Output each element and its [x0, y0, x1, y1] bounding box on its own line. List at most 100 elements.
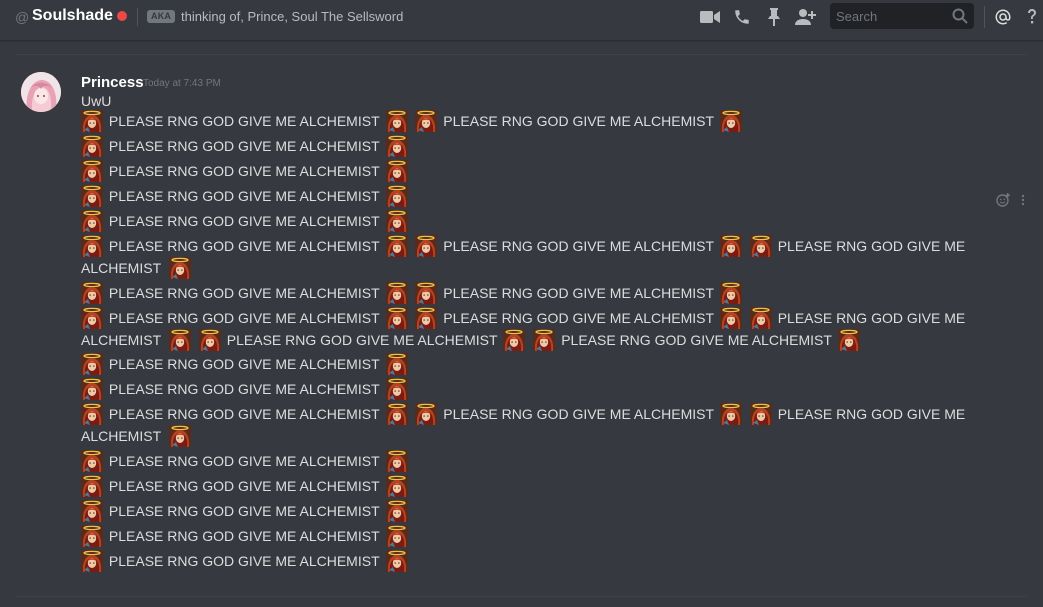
message-text: PLEASE RNG GOD GIVE ME ALCHEMIST	[108, 406, 380, 423]
alchemist-emoji-icon[interactable]	[81, 210, 103, 233]
message-line: PLEASE RNG GOD GIVE ME ALCHEMIST	[81, 450, 410, 473]
alchemist-emoji-icon[interactable]	[81, 235, 103, 258]
alchemist-emoji-icon[interactable]	[385, 353, 408, 376]
alchemist-emoji-icon[interactable]	[415, 307, 438, 330]
alchemist-emoji-icon[interactable]	[415, 403, 438, 426]
alchemist-emoji-icon[interactable]	[719, 235, 742, 258]
message-text: PLEASE RNG GOD GIVE ME ALCHEMIST	[108, 528, 380, 545]
status-dnd-indicator	[117, 11, 127, 21]
alchemist-emoji-icon[interactable]	[81, 307, 103, 330]
alchemist-emoji-icon[interactable]	[385, 160, 408, 183]
message-line: PLEASE RNG GOD GIVE ME ALCHEMIST	[81, 550, 410, 573]
search-bar[interactable]	[830, 3, 974, 29]
alchemist-emoji-icon[interactable]	[415, 235, 438, 258]
alchemist-emoji-icon[interactable]	[385, 282, 408, 305]
alchemist-emoji-icon[interactable]	[749, 235, 772, 258]
phone-call-icon[interactable]	[731, 6, 753, 28]
alchemist-emoji-icon[interactable]	[415, 110, 438, 133]
alchemist-emoji-icon[interactable]	[81, 500, 103, 523]
message-text: PLEASE RNG GOD GIVE ME	[777, 406, 966, 423]
alchemist-emoji-icon[interactable]	[385, 235, 408, 258]
help-icon[interactable]	[1023, 6, 1041, 28]
alchemist-emoji-icon[interactable]	[719, 403, 742, 426]
alchemist-emoji-icon[interactable]	[533, 329, 556, 352]
alchemist-emoji-icon[interactable]	[503, 329, 526, 352]
alchemist-emoji-icon[interactable]	[385, 475, 408, 498]
message-text: PLEASE RNG GOD GIVE ME ALCHEMIST	[108, 553, 380, 570]
message-text: PLEASE RNG GOD GIVE ME ALCHEMIST	[108, 213, 380, 230]
message-text: PLEASE RNG GOD GIVE ME ALCHEMIST	[108, 503, 380, 520]
message-text: ALCHEMIST	[81, 332, 162, 349]
alchemist-emoji-icon[interactable]	[81, 550, 103, 573]
message-text: ALCHEMIST	[81, 260, 162, 277]
mention-icon[interactable]	[992, 6, 1014, 28]
alchemist-emoji-icon[interactable]	[719, 307, 742, 330]
message-line: PLEASE RNG GOD GIVE ME ALCHEMIST	[81, 475, 410, 498]
alchemist-emoji-icon[interactable]	[198, 329, 221, 352]
alchemist-emoji-icon[interactable]	[837, 329, 860, 352]
alchemist-emoji-icon[interactable]	[385, 403, 408, 426]
alchemist-emoji-icon[interactable]	[385, 550, 408, 573]
aka-badge: AKA	[147, 10, 176, 23]
alchemist-emoji-icon[interactable]	[81, 378, 103, 401]
message-text: PLEASE RNG GOD GIVE ME ALCHEMIST	[108, 285, 380, 302]
message-line: ALCHEMIST	[81, 257, 193, 280]
video-call-icon[interactable]	[699, 6, 721, 28]
header-divider	[137, 8, 138, 26]
alchemist-emoji-icon[interactable]	[385, 185, 408, 208]
alchemist-emoji-icon[interactable]	[81, 160, 103, 183]
message-line: PLEASE RNG GOD GIVE ME ALCHEMIST	[81, 378, 410, 401]
alchemist-emoji-icon[interactable]	[81, 282, 103, 305]
alchemist-emoji-icon[interactable]	[81, 450, 103, 473]
alchemist-emoji-icon[interactable]	[415, 282, 438, 305]
alchemist-emoji-icon[interactable]	[169, 329, 192, 352]
message-line: ALCHEMIST	[81, 425, 193, 448]
alchemist-emoji-icon[interactable]	[385, 110, 408, 133]
message-line: PLEASE RNG GOD GIVE ME ALCHEMIST	[81, 525, 410, 548]
message-line: PLEASE RNG GOD GIVE ME ALCHEMIST	[81, 210, 410, 233]
aka-names: thinking of, Prince, Soul The Sellsword	[181, 9, 404, 24]
channel-name[interactable]: Soulshade	[32, 6, 113, 26]
alchemist-emoji-icon[interactable]	[385, 450, 408, 473]
alchemist-emoji-icon[interactable]	[81, 525, 103, 548]
message-text: PLEASE RNG GOD GIVE ME ALCHEMIST	[108, 381, 380, 398]
alchemist-emoji-icon[interactable]	[385, 525, 408, 548]
search-icon[interactable]	[952, 8, 968, 29]
alchemist-emoji-icon[interactable]	[385, 210, 408, 233]
add-friend-icon[interactable]	[795, 6, 817, 28]
message-text: PLEASE RNG GOD GIVE ME	[777, 310, 966, 327]
more-options-icon[interactable]	[1019, 193, 1027, 207]
message-line: PLEASE RNG GOD GIVE ME ALCHEMIST	[81, 160, 410, 183]
alchemist-emoji-icon[interactable]	[81, 475, 103, 498]
alchemist-emoji-icon[interactable]	[169, 425, 192, 448]
message-line: PLEASE RNG GOD GIVE ME ALCHEMIST	[81, 500, 410, 523]
alchemist-emoji-icon[interactable]	[81, 185, 103, 208]
alchemist-emoji-icon[interactable]	[81, 353, 103, 376]
pin-icon[interactable]	[763, 6, 785, 28]
message-text: PLEASE RNG GOD GIVE ME ALCHEMIST	[108, 113, 380, 130]
alchemist-emoji-icon[interactable]	[385, 307, 408, 330]
alchemist-emoji-icon[interactable]	[81, 110, 103, 133]
alchemist-emoji-icon[interactable]	[385, 135, 408, 158]
alchemist-emoji-icon[interactable]	[385, 500, 408, 523]
alchemist-emoji-icon[interactable]	[81, 403, 103, 426]
message-text: PLEASE RNG GOD GIVE ME ALCHEMIST	[561, 332, 832, 349]
alchemist-emoji-icon[interactable]	[719, 110, 742, 133]
avatar[interactable]	[21, 72, 61, 112]
message-text: PLEASE RNG GOD GIVE ME ALCHEMIST	[443, 113, 715, 130]
alchemist-emoji-icon[interactable]	[169, 257, 192, 280]
message-text: ALCHEMIST	[81, 428, 162, 445]
alchemist-emoji-icon[interactable]	[719, 282, 742, 305]
message-line: PLEASE RNG GOD GIVE ME ALCHEMIST	[81, 185, 410, 208]
search-input[interactable]	[836, 8, 946, 24]
header-divider-right	[984, 6, 985, 28]
alchemist-emoji-icon[interactable]	[81, 135, 103, 158]
add-reaction-icon[interactable]	[996, 193, 1010, 207]
message-line: PLEASE RNG GOD GIVE ME ALCHEMIST	[81, 353, 410, 376]
alchemist-emoji-icon[interactable]	[749, 403, 772, 426]
alchemist-emoji-icon[interactable]	[749, 307, 772, 330]
message-line: PLEASE RNG GOD GIVE ME ALCHEMIST	[81, 135, 410, 158]
message-text: PLEASE RNG GOD GIVE ME ALCHEMIST	[108, 138, 380, 155]
alchemist-emoji-icon[interactable]	[385, 378, 408, 401]
header-bottom-border	[0, 40, 1043, 41]
